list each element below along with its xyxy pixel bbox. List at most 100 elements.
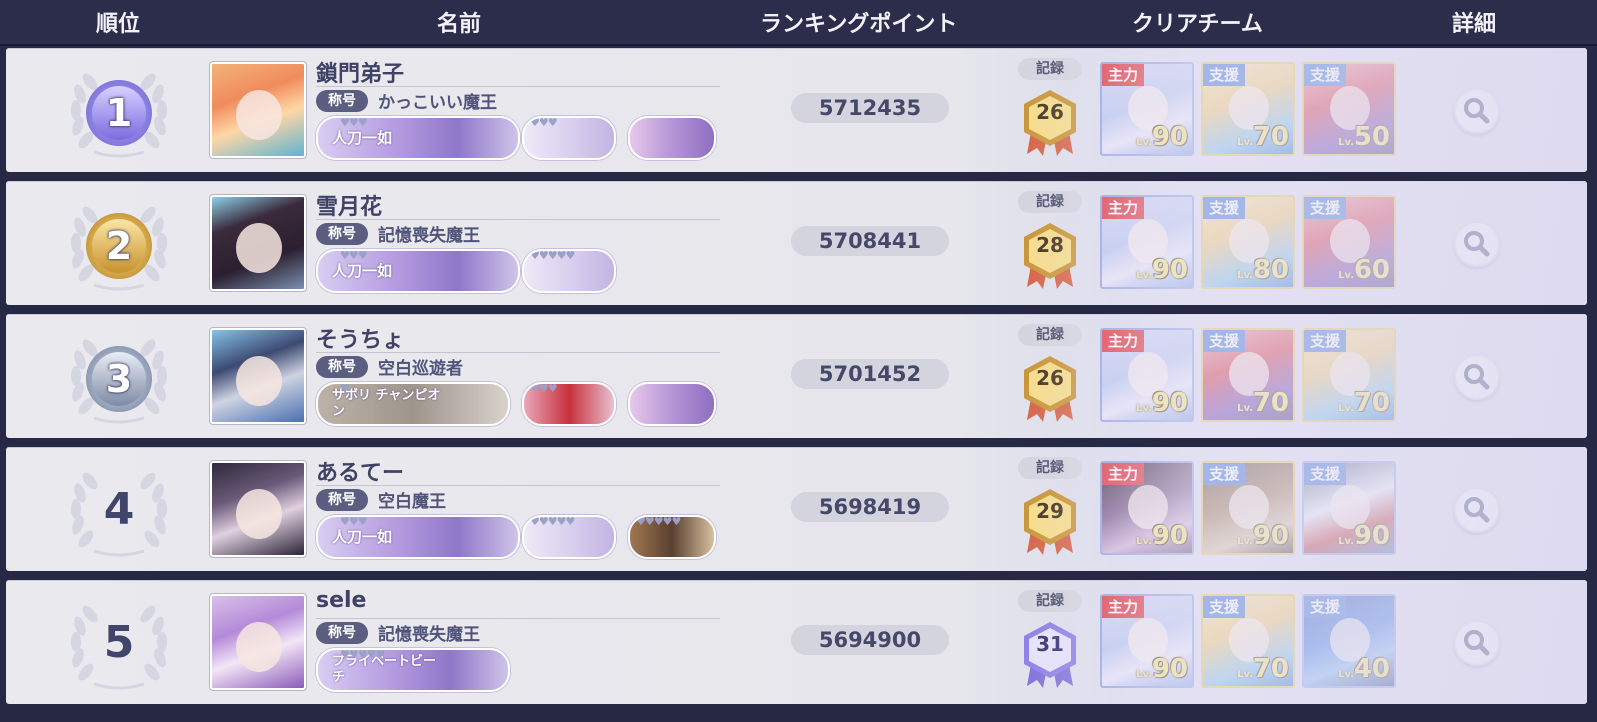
- title-badge: 称号: [316, 489, 368, 511]
- team-member-card[interactable]: 支援 Lv. 90: [1302, 461, 1396, 555]
- chip-hearts-icon: ♥: [340, 382, 350, 395]
- level-prefix: Lv.: [1338, 137, 1354, 148]
- role-support-badge: 支援: [1304, 64, 1347, 86]
- team-member-card[interactable]: 主力 Lv. 90: [1100, 594, 1194, 688]
- chip-hearts-icon: ♥♥♥♥♥: [530, 249, 575, 262]
- character-level: 90: [1252, 521, 1289, 551]
- character-level: 70: [1353, 388, 1390, 418]
- player-avatar[interactable]: [209, 327, 307, 425]
- detail-button[interactable]: [1454, 620, 1500, 666]
- level-prefix: Lv.: [1338, 669, 1354, 680]
- player-name: 鎖門弟子: [316, 62, 405, 87]
- unit-chips: 人刀一如 ♥♥♥ ♥♥♥♥♥ ♥♥♥♥♥: [316, 515, 716, 559]
- role-support-badge: 支援: [1304, 596, 1347, 618]
- unit-chip[interactable]: 人刀一如 ♥♥♥: [316, 515, 520, 559]
- team-member-card[interactable]: 主力 Lv. 90: [1100, 461, 1194, 555]
- team-member-card[interactable]: 支援 Lv. 50: [1302, 62, 1396, 156]
- team-member-card[interactable]: 主力 Lv. 90: [1100, 195, 1194, 289]
- player-avatar[interactable]: [209, 194, 307, 292]
- unit-chip[interactable]: 人刀一如 ♥♥♥: [316, 249, 520, 293]
- name-divider: [316, 219, 720, 220]
- ranking-points: 5698419: [791, 492, 949, 522]
- record-badge: 31: [1019, 620, 1081, 690]
- team-member-card[interactable]: 主力 Lv. 90: [1100, 328, 1194, 422]
- level-prefix: Lv.: [1237, 270, 1253, 281]
- player-title: かっこいい魔王: [378, 93, 497, 113]
- team-member-card[interactable]: 支援 Lv. 90: [1201, 461, 1295, 555]
- player-title: 記憶喪失魔王: [378, 625, 480, 645]
- name-divider: [316, 86, 720, 87]
- record-badge: 26: [1019, 88, 1081, 158]
- level-prefix: Lv.: [1136, 403, 1152, 414]
- ranking-row: 3 そうちょ 称号 空白巡遊者 サボリ チャンピオン ♥ ♥♥♥ 5701452 記録 26 主力 L…: [6, 314, 1587, 438]
- header-rank: 順位: [96, 12, 141, 37]
- avatar-face: [236, 489, 282, 539]
- team-member-card[interactable]: 支援 Lv. 70: [1201, 62, 1295, 156]
- unit-chip[interactable]: サボリ チャンピオン ♥: [316, 382, 510, 426]
- chip-hearts-icon: ♥♥♥♥♥: [636, 515, 681, 528]
- unit-chip[interactable]: [628, 116, 716, 160]
- player-avatar[interactable]: [209, 61, 307, 159]
- level-prefix: Lv.: [1136, 669, 1152, 680]
- header-points: ランキングポイント: [760, 12, 958, 37]
- avatar-face: [236, 223, 282, 273]
- team-member-card[interactable]: 主力 Lv. 90: [1100, 62, 1194, 156]
- record-number: 26: [1036, 100, 1064, 124]
- record-badge: 29: [1019, 487, 1081, 557]
- detail-button[interactable]: [1454, 88, 1500, 134]
- unit-chips: 人刀一如 ♥♥♥ ♥♥♥♥♥: [316, 249, 716, 293]
- medal-icon: 2: [86, 213, 152, 279]
- title-badge: 称号: [316, 622, 368, 644]
- role-support-badge: 支援: [1203, 596, 1246, 618]
- level-prefix: Lv.: [1136, 137, 1152, 148]
- player-avatar[interactable]: [209, 593, 307, 691]
- unit-chip[interactable]: 人刀一如 ♥♥♥: [316, 116, 520, 160]
- search-icon: [1464, 98, 1490, 124]
- level-prefix: Lv.: [1338, 536, 1354, 547]
- team-member-card[interactable]: 支援 Lv. 40: [1302, 594, 1396, 688]
- unit-chip[interactable]: ♥♥♥♥♥: [522, 515, 616, 559]
- unit-chip[interactable]: ♥♥♥♥♥: [628, 515, 716, 559]
- role-support-badge: 支援: [1203, 330, 1246, 352]
- record-label: 記録: [1018, 58, 1082, 80]
- player-name: 雪月花: [316, 195, 383, 220]
- chip-hearts-icon: ♥♥♥♥♥: [340, 648, 385, 661]
- team-member-card[interactable]: 支援 Lv. 70: [1201, 328, 1295, 422]
- name-divider: [316, 485, 720, 486]
- unit-chip[interactable]: ♥♥♥: [522, 116, 616, 160]
- ranking-points: 5712435: [791, 93, 949, 123]
- ranking-points: 5708441: [791, 226, 949, 256]
- player-name: そうちょ: [316, 328, 405, 353]
- avatar-face: [236, 356, 282, 406]
- unit-chip[interactable]: プライベートビーチ ♥♥♥♥♥: [316, 648, 510, 692]
- team-member-card[interactable]: 支援 Lv. 70: [1302, 328, 1396, 422]
- team-member-card[interactable]: 支援 Lv. 60: [1302, 195, 1396, 289]
- ranking-row: 4 あるてー 称号 空白魔王 人刀一如 ♥♥♥ ♥♥♥♥♥ ♥♥♥♥♥ 5698419 記録 29 主…: [6, 447, 1587, 571]
- character-level: 90: [1151, 255, 1188, 285]
- character-level: 70: [1252, 122, 1289, 152]
- detail-button[interactable]: [1454, 487, 1500, 533]
- team-member-card[interactable]: 支援 Lv. 70: [1201, 594, 1295, 688]
- record-number: 26: [1036, 366, 1064, 390]
- team-member-card[interactable]: 支援 Lv. 80: [1201, 195, 1295, 289]
- rank-number: 5: [103, 617, 135, 668]
- name-divider: [316, 618, 720, 619]
- rank-medal: 2: [64, 195, 174, 295]
- chip-hearts-icon: ♥♥♥: [340, 515, 368, 528]
- ranking-header: 順位 名前 ランキングポイント クリアチーム 詳細: [0, 0, 1597, 46]
- unit-chip[interactable]: [628, 382, 716, 426]
- rank-medal: 4: [64, 461, 174, 561]
- level-prefix: Lv.: [1136, 536, 1152, 547]
- detail-button[interactable]: [1454, 221, 1500, 267]
- player-title: 空白巡遊者: [378, 359, 463, 379]
- role-support-badge: 支援: [1203, 64, 1246, 86]
- level-prefix: Lv.: [1237, 669, 1253, 680]
- header-clear-team: クリアチーム: [1132, 12, 1263, 37]
- unit-chip[interactable]: ♥♥♥: [522, 382, 616, 426]
- player-avatar[interactable]: [209, 460, 307, 558]
- detail-button[interactable]: [1454, 354, 1500, 400]
- rank-number: 1: [92, 86, 146, 140]
- character-level: 90: [1151, 521, 1188, 551]
- unit-chip[interactable]: ♥♥♥♥♥: [522, 249, 616, 293]
- character-level: 90: [1151, 654, 1188, 684]
